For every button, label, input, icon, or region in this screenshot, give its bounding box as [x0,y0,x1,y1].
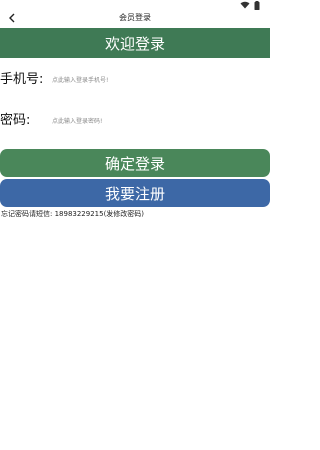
confirm-login-button[interactable]: 确定登录 [0,149,270,177]
wifi-icon [240,1,250,9]
phone-input[interactable] [52,73,252,87]
register-button[interactable]: 我要注册 [0,179,270,207]
forgot-password-note: 忘记密码请短信: 18983229215(发修改密码) [1,210,145,218]
welcome-banner: 欢迎登录 [0,28,270,58]
page-title: 会员登录 [119,13,151,22]
password-input[interactable] [52,114,252,128]
top-nav-bar: 会员登录 [0,10,270,26]
battery-icon [254,1,260,10]
status-bar [0,0,270,10]
phone-label: 手机号: [0,72,44,87]
phone-row: 手机号: [0,71,270,89]
password-row: 密码: [0,112,270,130]
password-label: 密码: [0,113,31,128]
